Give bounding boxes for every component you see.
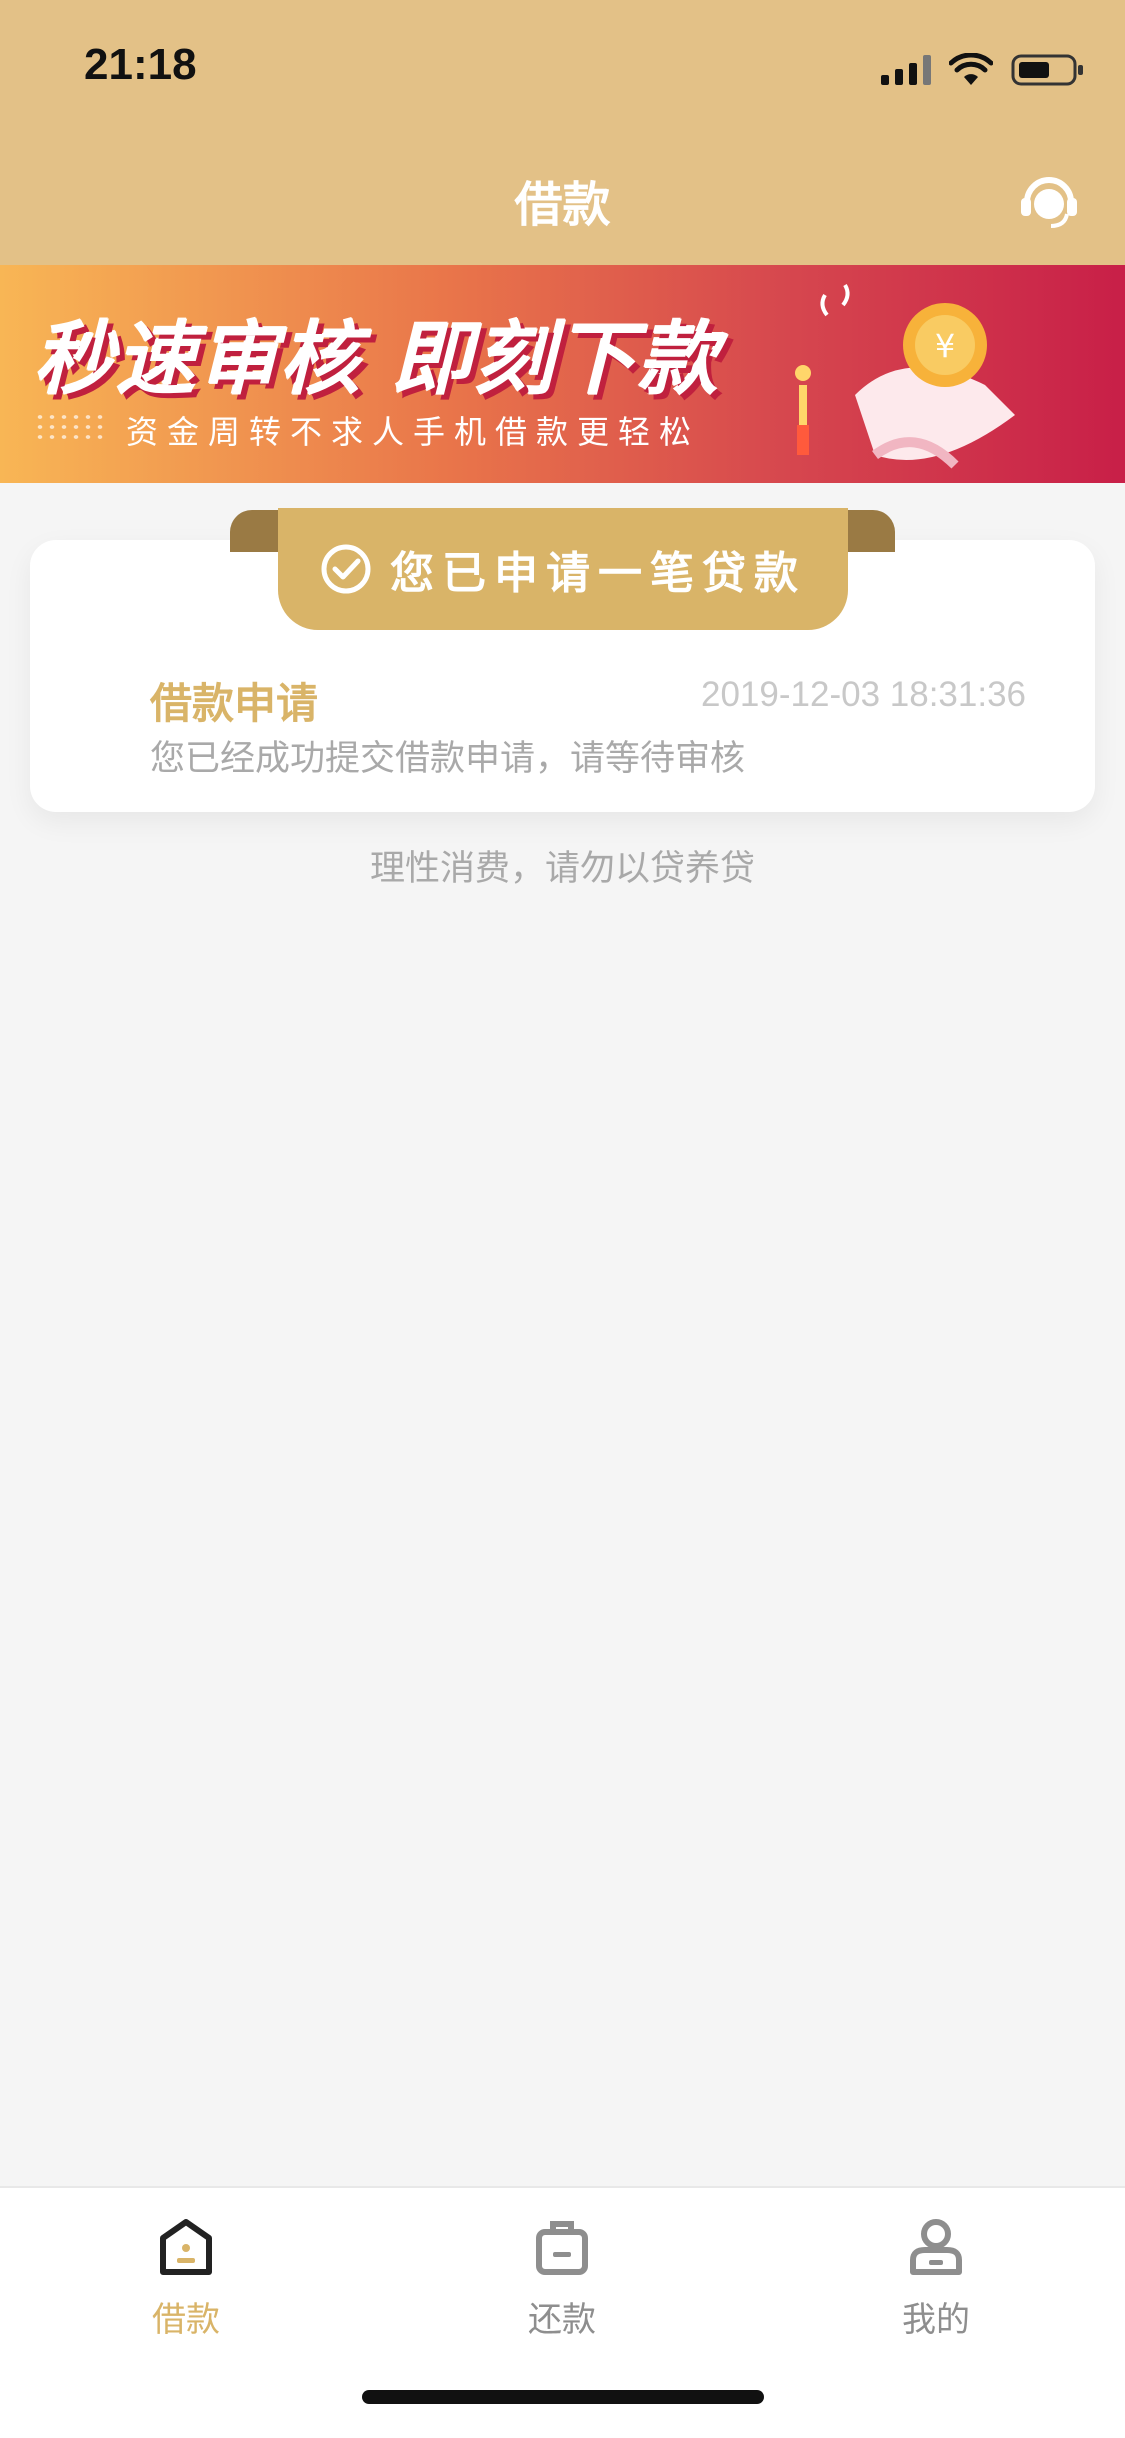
tab-profile[interactable]: 我的 [836,2214,1036,2344]
signal-icon [881,55,931,85]
tab-repay[interactable]: 还款 [462,2214,662,2344]
record-title: 借款申请 [150,679,319,728]
status-time: 21:18 [84,40,197,89]
header-bar: 21:18 借款 [0,0,1125,265]
tab-label-profile: 我的 [902,2300,970,2340]
repay-icon [536,2221,588,2275]
record-description: 您已经成功提交借款申请，请等待审核 [150,739,746,779]
banner-subline: 资金周转不求人手机借款更轻松 [126,413,701,451]
banner-headline: 秒速审核 即刻下款 [34,313,720,406]
home-indicator [362,2390,764,2404]
ribbon-text: 您已申请一笔贷款 [390,548,806,599]
loan-icon [160,2219,212,2275]
battery-icon [1011,54,1083,86]
status-icons [881,50,1085,90]
svg-text:¥: ¥ [935,327,955,365]
tab-loan[interactable]: 借款 [86,2214,286,2344]
responsible-borrowing-notice: 理性消费，请勿以贷养贷 [369,849,755,889]
tab-label-repay: 还款 [528,2300,596,2340]
promo-banner[interactable]: 秒速审核 即刻下款 资金周转不求人手机借款更轻松 ¥ [0,265,1125,483]
banner-dots-decoration [34,412,106,442]
record-time: 2019-12-03 18:31:36 [701,675,1026,714]
page-title: 借款 [514,177,611,233]
tab-label-loan: 借款 [152,2300,220,2340]
wifi-icon [949,53,993,85]
profile-icon [910,2219,962,2275]
coin-illustration-icon: ¥ [795,283,1015,469]
check-circle-icon [321,544,371,594]
ribbon-banner: 您已申请一笔贷款 [278,508,848,630]
customer-service-icon[interactable] [1017,168,1081,232]
